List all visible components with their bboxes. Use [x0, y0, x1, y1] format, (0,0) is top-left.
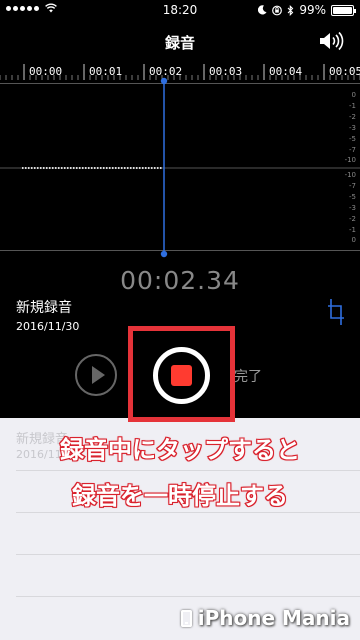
- watermark: iPhone Mania: [180, 606, 350, 630]
- trim-icon[interactable]: [326, 297, 346, 327]
- stop-icon: [171, 365, 192, 386]
- list-divider: [16, 512, 360, 513]
- recording-date: 2016/11/30: [16, 320, 80, 333]
- recording-name[interactable]: 新規録音: [16, 297, 72, 317]
- list-divider: [16, 596, 360, 597]
- play-button[interactable]: [75, 354, 117, 396]
- list-divider: [16, 554, 360, 555]
- annotation-line-2: 録音を一時停止する: [71, 481, 289, 511]
- stop-button-highlight: [128, 326, 235, 422]
- elapsed-time: 00:02.34: [120, 266, 240, 295]
- phone-icon: [180, 609, 192, 627]
- watermark-text: iPhone Mania: [197, 606, 350, 630]
- playhead[interactable]: [0, 0, 360, 260]
- list-divider: [16, 470, 360, 471]
- done-button[interactable]: 完了: [234, 366, 262, 386]
- annotation-line-1: 録音中にタップすると: [59, 435, 301, 465]
- stop-recording-button[interactable]: [153, 347, 210, 404]
